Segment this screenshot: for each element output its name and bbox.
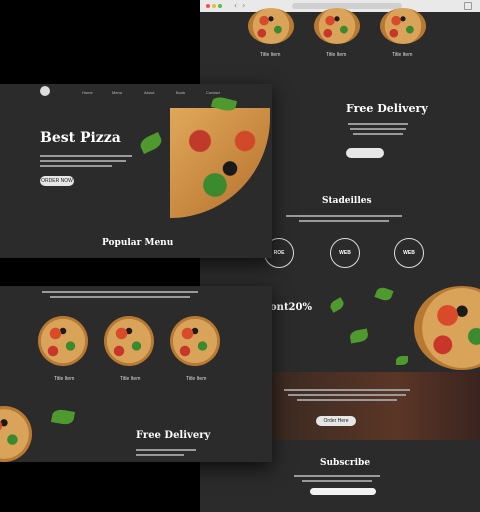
nav-item-home[interactable]: Home [82,90,93,95]
nav-item-about[interactable]: About [144,90,154,95]
product-name: Title Item [392,52,413,58]
menu-item-image [38,316,88,366]
specialties-text [284,212,404,225]
discount-heading: ont20% [270,302,312,313]
basil-leaf [138,132,164,154]
menu-item-name: Title Item [54,376,75,382]
menu-item-image [170,316,220,366]
forward-arrow-icon[interactable]: › [242,1,245,10]
feature-ring-label: WEB [403,250,415,256]
menu-item-image [104,316,154,366]
window-close-dot[interactable] [206,4,210,8]
hero-title: Best Pizza [40,130,121,146]
free-delivery-text [346,120,410,138]
product-name: Title Item [326,52,347,58]
order-banner-text [282,386,412,404]
nav-item-book[interactable]: Book [176,90,185,95]
hero-pizza-slice [170,108,270,218]
basil-leaf [50,408,76,426]
hero-description [40,152,136,170]
address-bar[interactable] [292,3,402,9]
product-image [380,8,426,44]
specialties-heading: Stadeilles [322,196,372,206]
feature-ring-label: WEB [339,250,351,256]
logo-icon[interactable] [40,86,50,96]
product-name: Title Item [260,52,281,58]
product-image [248,8,294,44]
nav-item-contact[interactable]: Contact [206,90,220,95]
product-image [314,8,360,44]
order-banner: Order Here [272,372,480,440]
menu-intro-text [40,288,200,301]
basil-leaf [396,356,408,365]
window-min-dot[interactable] [212,4,216,8]
free-delivery-button[interactable] [346,148,384,158]
free-delivery-text [136,446,200,459]
basil-leaf [374,285,394,303]
popular-menu-heading: Popular Menu [102,238,174,248]
hero-section: Home Menu About Book Contact Best Pizza … [0,84,272,258]
hero-order-button[interactable]: ORDER NOW [40,176,74,186]
basil-leaf [349,328,369,344]
basil-leaf [328,297,346,313]
subscribe-heading: Subscribe [320,458,371,468]
menu-item-name: Title Item [186,376,207,382]
pizza-edge-image [0,406,32,462]
subscribe-email-input[interactable] [310,488,376,495]
free-delivery-heading: Free Delivery [346,102,428,115]
menu-icon[interactable] [464,2,472,10]
free-delivery-heading: Free Delivery [136,430,211,441]
nav-item-menu[interactable]: Menu [112,90,122,95]
menu-section: Title Item Title Item Title Item Free De… [0,286,272,462]
order-button[interactable]: Order Here [316,416,356,426]
menu-item-name: Title Item [120,376,141,382]
window-max-dot[interactable] [218,4,222,8]
subscribe-text [292,472,382,485]
large-pizza-image [414,286,480,370]
back-arrow-icon[interactable]: ‹ [234,1,237,10]
